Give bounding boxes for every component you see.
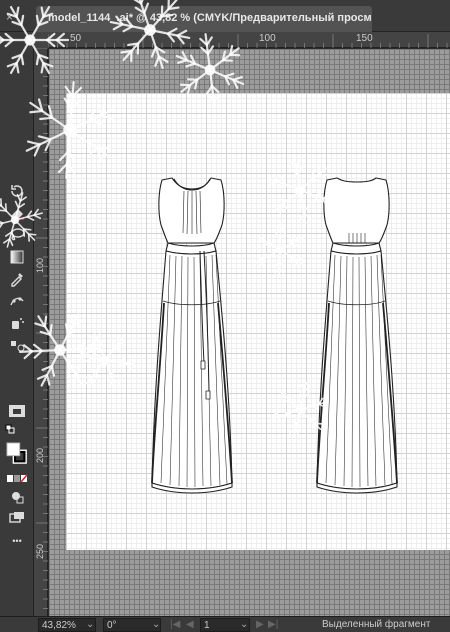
- vertical-ruler[interactable]: 100 200 250: [34, 48, 48, 616]
- document-tab-bar: × model_1144_.ai* @ 43,82 % (CMYK/Предва…: [0, 0, 450, 32]
- puppet-warp-tool-icon[interactable]: [6, 292, 28, 310]
- gradient-tool-icon[interactable]: [6, 248, 28, 266]
- canvas-area[interactable]: [49, 49, 450, 616]
- rotation-dropdown-chevron-icon[interactable]: ⌄: [152, 618, 160, 632]
- artboard[interactable]: [66, 93, 450, 550]
- fill-stroke-swatch[interactable]: [6, 440, 28, 466]
- color-mode-icon[interactable]: [6, 470, 28, 488]
- eraser-tool-icon[interactable]: [6, 204, 28, 222]
- symbol-sprayer-tool-icon[interactable]: [6, 314, 28, 332]
- lasso-tool-icon[interactable]: [6, 226, 28, 244]
- artboard-dropdown-chevron-icon[interactable]: ⌄: [240, 618, 248, 632]
- ruler-label-200-vertical: 200: [35, 448, 45, 464]
- ruler-label-150: 150: [356, 33, 373, 44]
- dress-back-sketch: [316, 177, 398, 494]
- ruler-label-50: 50: [70, 33, 82, 44]
- ruler-label-100: 100: [259, 33, 276, 44]
- swap-fill-stroke-icon[interactable]: [5, 424, 15, 434]
- eyedropper-tool-icon[interactable]: [6, 270, 28, 288]
- ruler-origin[interactable]: [34, 32, 48, 48]
- tools-panel: •••: [0, 32, 34, 616]
- document-tab[interactable]: model_1144_.ai* @ 43,82 % (CMYK/Предвари…: [36, 6, 372, 32]
- draw-mode-icon[interactable]: [6, 488, 28, 506]
- document-tab-title: model_1144_.ai* @ 43,82 % (CMYK/Предвари…: [48, 12, 372, 24]
- dress-front-sketch: [151, 177, 233, 494]
- next-artboard-icon[interactable]: ▶: [256, 618, 264, 632]
- ruler-label-100-vertical: 100: [35, 258, 45, 274]
- screen-mode-icon[interactable]: [6, 508, 28, 526]
- last-artboard-icon[interactable]: ▶|: [268, 618, 278, 632]
- close-tab-icon[interactable]: ×: [6, 10, 13, 24]
- more-tools-icon[interactable]: •••: [6, 532, 28, 550]
- technical-flat-drawing[interactable]: [66, 93, 450, 550]
- first-artboard-icon[interactable]: |◀: [170, 618, 180, 632]
- selection-info-label[interactable]: Выделенный фрагмент: [322, 618, 430, 632]
- ruler-label-250-vertical: 250: [35, 544, 45, 560]
- graph-tool-icon[interactable]: [6, 402, 28, 420]
- status-bar: 43,82% ⌄ 0° ⌄ |◀ ◀ 1 ⌄ ▶ ▶| Выделенный ф…: [0, 616, 450, 632]
- previous-artboard-icon[interactable]: ◀: [186, 618, 194, 632]
- blend-tool-icon[interactable]: [6, 336, 28, 354]
- rotate-tool-icon[interactable]: [6, 182, 28, 200]
- horizontal-ruler[interactable]: 50 100 150: [48, 32, 450, 48]
- zoom-dropdown-chevron-icon[interactable]: ⌄: [86, 618, 94, 632]
